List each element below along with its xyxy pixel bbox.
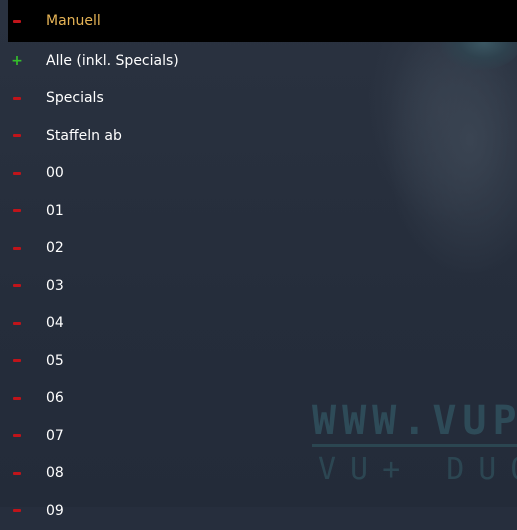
minus-icon [12,506,22,516]
list-item-staffeln-ab[interactable]: Staffeln ab [8,117,517,155]
list-item-label: 02 [46,240,64,257]
list-item-label: 04 [46,315,64,332]
minus-icon [12,356,22,366]
list-item-label: 07 [46,427,64,444]
list-item-label: 01 [46,202,64,219]
minus-icon [12,206,22,216]
list-item-label: Alle (inkl. Specials) [46,52,179,69]
list-item-alle[interactable]: + Alle (inkl. Specials) [8,42,517,80]
list-item-label: 08 [46,465,64,482]
minus-icon [12,393,22,403]
plus-icon: + [11,52,23,69]
list-item-specials[interactable]: Specials [8,80,517,118]
minus-icon [12,168,22,178]
list-item-season-06[interactable]: 06 [8,380,517,418]
list-item-manuell[interactable]: Manuell [8,0,517,42]
minus-icon [12,468,22,478]
minus-icon [12,93,22,103]
list-item-season-07[interactable]: 07 [8,417,517,455]
list-item-label: 00 [46,165,64,182]
list-item-season-04[interactable]: 04 [8,305,517,343]
minus-icon [12,131,22,141]
list-item-season-05[interactable]: 05 [8,342,517,380]
minus-icon [12,431,22,441]
list-item-season-03[interactable]: 03 [8,267,517,305]
list-item-season-00[interactable]: 00 [8,155,517,193]
list-item-season-09[interactable]: 09 [8,492,517,530]
list-item-label: 03 [46,277,64,294]
season-selection-list: Manuell + Alle (inkl. Specials) Specials… [8,0,517,530]
list-item-label: Specials [46,90,104,107]
list-item-season-01[interactable]: 01 [8,192,517,230]
list-item-label: 06 [46,390,64,407]
list-item-label: 09 [46,502,64,519]
list-item-label: 05 [46,352,64,369]
minus-icon [12,318,22,328]
minus-icon [12,16,22,26]
list-item-label: Manuell [46,13,101,29]
minus-icon [12,281,22,291]
list-item-season-02[interactable]: 02 [8,230,517,268]
list-item-label: Staffeln ab [46,127,122,144]
list-item-season-08[interactable]: 08 [8,455,517,493]
minus-icon [12,243,22,253]
